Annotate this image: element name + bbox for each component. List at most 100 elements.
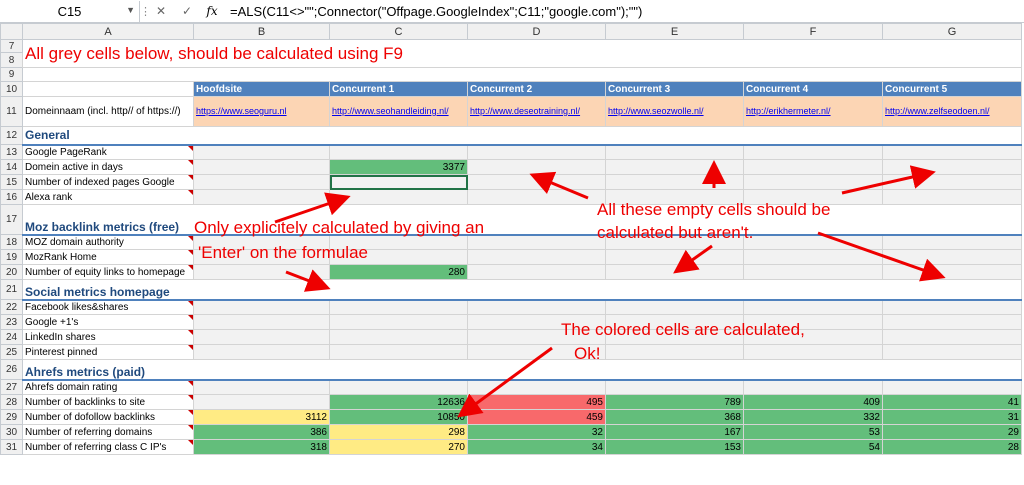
cell[interactable]: [605, 314, 744, 330]
formula-input[interactable]: =ALS(C11<>"";Connector("Offpage.GoogleIn…: [224, 4, 1024, 19]
value-cell[interactable]: 280: [329, 264, 468, 280]
section-ahrefs[interactable]: Ahrefs metrics (paid): [22, 359, 1022, 381]
row-header[interactable]: 24: [0, 329, 23, 345]
value-cell[interactable]: 31: [882, 409, 1022, 425]
selected-cell[interactable]: [329, 174, 468, 190]
cell[interactable]: [882, 264, 1022, 280]
value-cell[interactable]: 41: [882, 394, 1022, 410]
cell[interactable]: [605, 299, 744, 315]
cell[interactable]: [882, 314, 1022, 330]
value-cell[interactable]: 32: [467, 424, 606, 440]
cell[interactable]: [467, 174, 606, 190]
col-header[interactable]: B: [193, 23, 330, 40]
col-header[interactable]: C: [329, 23, 468, 40]
confirm-icon[interactable]: ✓: [174, 4, 200, 18]
header-cell[interactable]: Concurrent 2: [467, 81, 606, 97]
domain-link[interactable]: http://erikhermeter.nl/: [746, 106, 831, 116]
cell[interactable]: [467, 379, 606, 395]
cell[interactable]: [882, 189, 1022, 205]
cell[interactable]: [605, 159, 744, 175]
section-moz[interactable]: Moz backlink metrics (free): [22, 204, 1022, 236]
cell[interactable]: [605, 264, 744, 280]
row-label[interactable]: Number of referring domains: [22, 424, 194, 440]
cell[interactable]: [193, 264, 330, 280]
header-cell[interactable]: Concurrent 3: [605, 81, 744, 97]
domain-link[interactable]: http://www.zelfseodoen.nl/: [885, 106, 990, 116]
value-cell[interactable]: 789: [605, 394, 744, 410]
value-cell[interactable]: 368: [605, 409, 744, 425]
name-box[interactable]: C15 ▼: [0, 0, 140, 22]
header-cell[interactable]: Concurrent 5: [882, 81, 1022, 97]
spreadsheet-grid[interactable]: A B C D E F G 7 All grey cells below, sho…: [0, 23, 1022, 455]
row-header[interactable]: 25: [0, 344, 23, 360]
domain-link[interactable]: https://www.seoguru.nl: [196, 106, 287, 116]
cell[interactable]: [743, 379, 883, 395]
cell[interactable]: [882, 234, 1022, 250]
cell[interactable]: [882, 174, 1022, 190]
cell[interactable]: [22, 81, 194, 97]
cell[interactable]: [743, 234, 883, 250]
cell[interactable]: [605, 379, 744, 395]
row-header[interactable]: 29: [0, 409, 23, 425]
value-cell[interactable]: 298: [329, 424, 468, 440]
cell[interactable]: [743, 329, 883, 345]
col-header[interactable]: F: [743, 23, 883, 40]
cell[interactable]: [193, 249, 330, 265]
row-label[interactable]: Number of equity links to homepage: [22, 264, 194, 280]
cell[interactable]: [329, 344, 468, 360]
cell[interactable]: [329, 299, 468, 315]
cell[interactable]: [605, 329, 744, 345]
row-header[interactable]: 10: [0, 81, 23, 97]
domain-cell[interactable]: http://www.zelfseodoen.nl/: [882, 96, 1022, 127]
value-cell[interactable]: 332: [743, 409, 883, 425]
row-header[interactable]: 20: [0, 264, 23, 280]
row-header[interactable]: 21: [0, 279, 23, 300]
row-header[interactable]: 16: [0, 189, 23, 205]
header-cell[interactable]: Concurrent 4: [743, 81, 883, 97]
row-header[interactable]: 26: [0, 359, 23, 380]
row-label[interactable]: MozRank Home: [22, 249, 194, 265]
cell[interactable]: [467, 144, 606, 160]
chevron-down-icon[interactable]: ▼: [126, 5, 135, 15]
cell[interactable]: [743, 189, 883, 205]
domain-label[interactable]: Domeinnaam (incl. http// of https://): [22, 96, 194, 127]
value-cell[interactable]: 495: [467, 394, 606, 410]
row-header[interactable]: 11: [0, 96, 23, 127]
cell[interactable]: [193, 174, 330, 190]
section-general[interactable]: General: [22, 126, 1022, 146]
domain-cell[interactable]: http://erikhermeter.nl/: [743, 96, 883, 127]
cell[interactable]: [193, 234, 330, 250]
row-header[interactable]: 27: [0, 379, 23, 395]
row-label[interactable]: Number of dofollow backlinks: [22, 409, 194, 425]
value-cell[interactable]: 54: [743, 439, 883, 455]
row-label[interactable]: Number of backlinks to site: [22, 394, 194, 410]
cell[interactable]: [329, 379, 468, 395]
cell[interactable]: [743, 249, 883, 265]
cell[interactable]: [467, 159, 606, 175]
cell[interactable]: [605, 174, 744, 190]
row-label[interactable]: Pinterest pinned: [22, 344, 194, 360]
cell[interactable]: [329, 189, 468, 205]
cell[interactable]: [329, 314, 468, 330]
cell[interactable]: [467, 189, 606, 205]
header-cell[interactable]: Concurrent 1: [329, 81, 468, 97]
cell[interactable]: [743, 299, 883, 315]
value-cell[interactable]: 270: [329, 439, 468, 455]
cell[interactable]: [467, 344, 606, 360]
row-label[interactable]: Domein active in days: [22, 159, 194, 175]
col-header[interactable]: E: [605, 23, 744, 40]
row-header[interactable]: 17: [0, 204, 23, 235]
row-header[interactable]: 22: [0, 299, 23, 315]
value-cell[interactable]: 34: [467, 439, 606, 455]
cell[interactable]: [882, 329, 1022, 345]
row-header[interactable]: 18: [0, 234, 23, 250]
cell[interactable]: [193, 314, 330, 330]
row-header[interactable]: 30: [0, 424, 23, 440]
cell[interactable]: [882, 144, 1022, 160]
domain-cell[interactable]: http://www.deseotraining.nl/: [467, 96, 606, 127]
value-cell[interactable]: 28: [882, 439, 1022, 455]
row-label[interactable]: Ahrefs domain rating: [22, 379, 194, 395]
row-header[interactable]: 23: [0, 314, 23, 330]
cell[interactable]: [882, 379, 1022, 395]
cell[interactable]: [22, 67, 1022, 82]
